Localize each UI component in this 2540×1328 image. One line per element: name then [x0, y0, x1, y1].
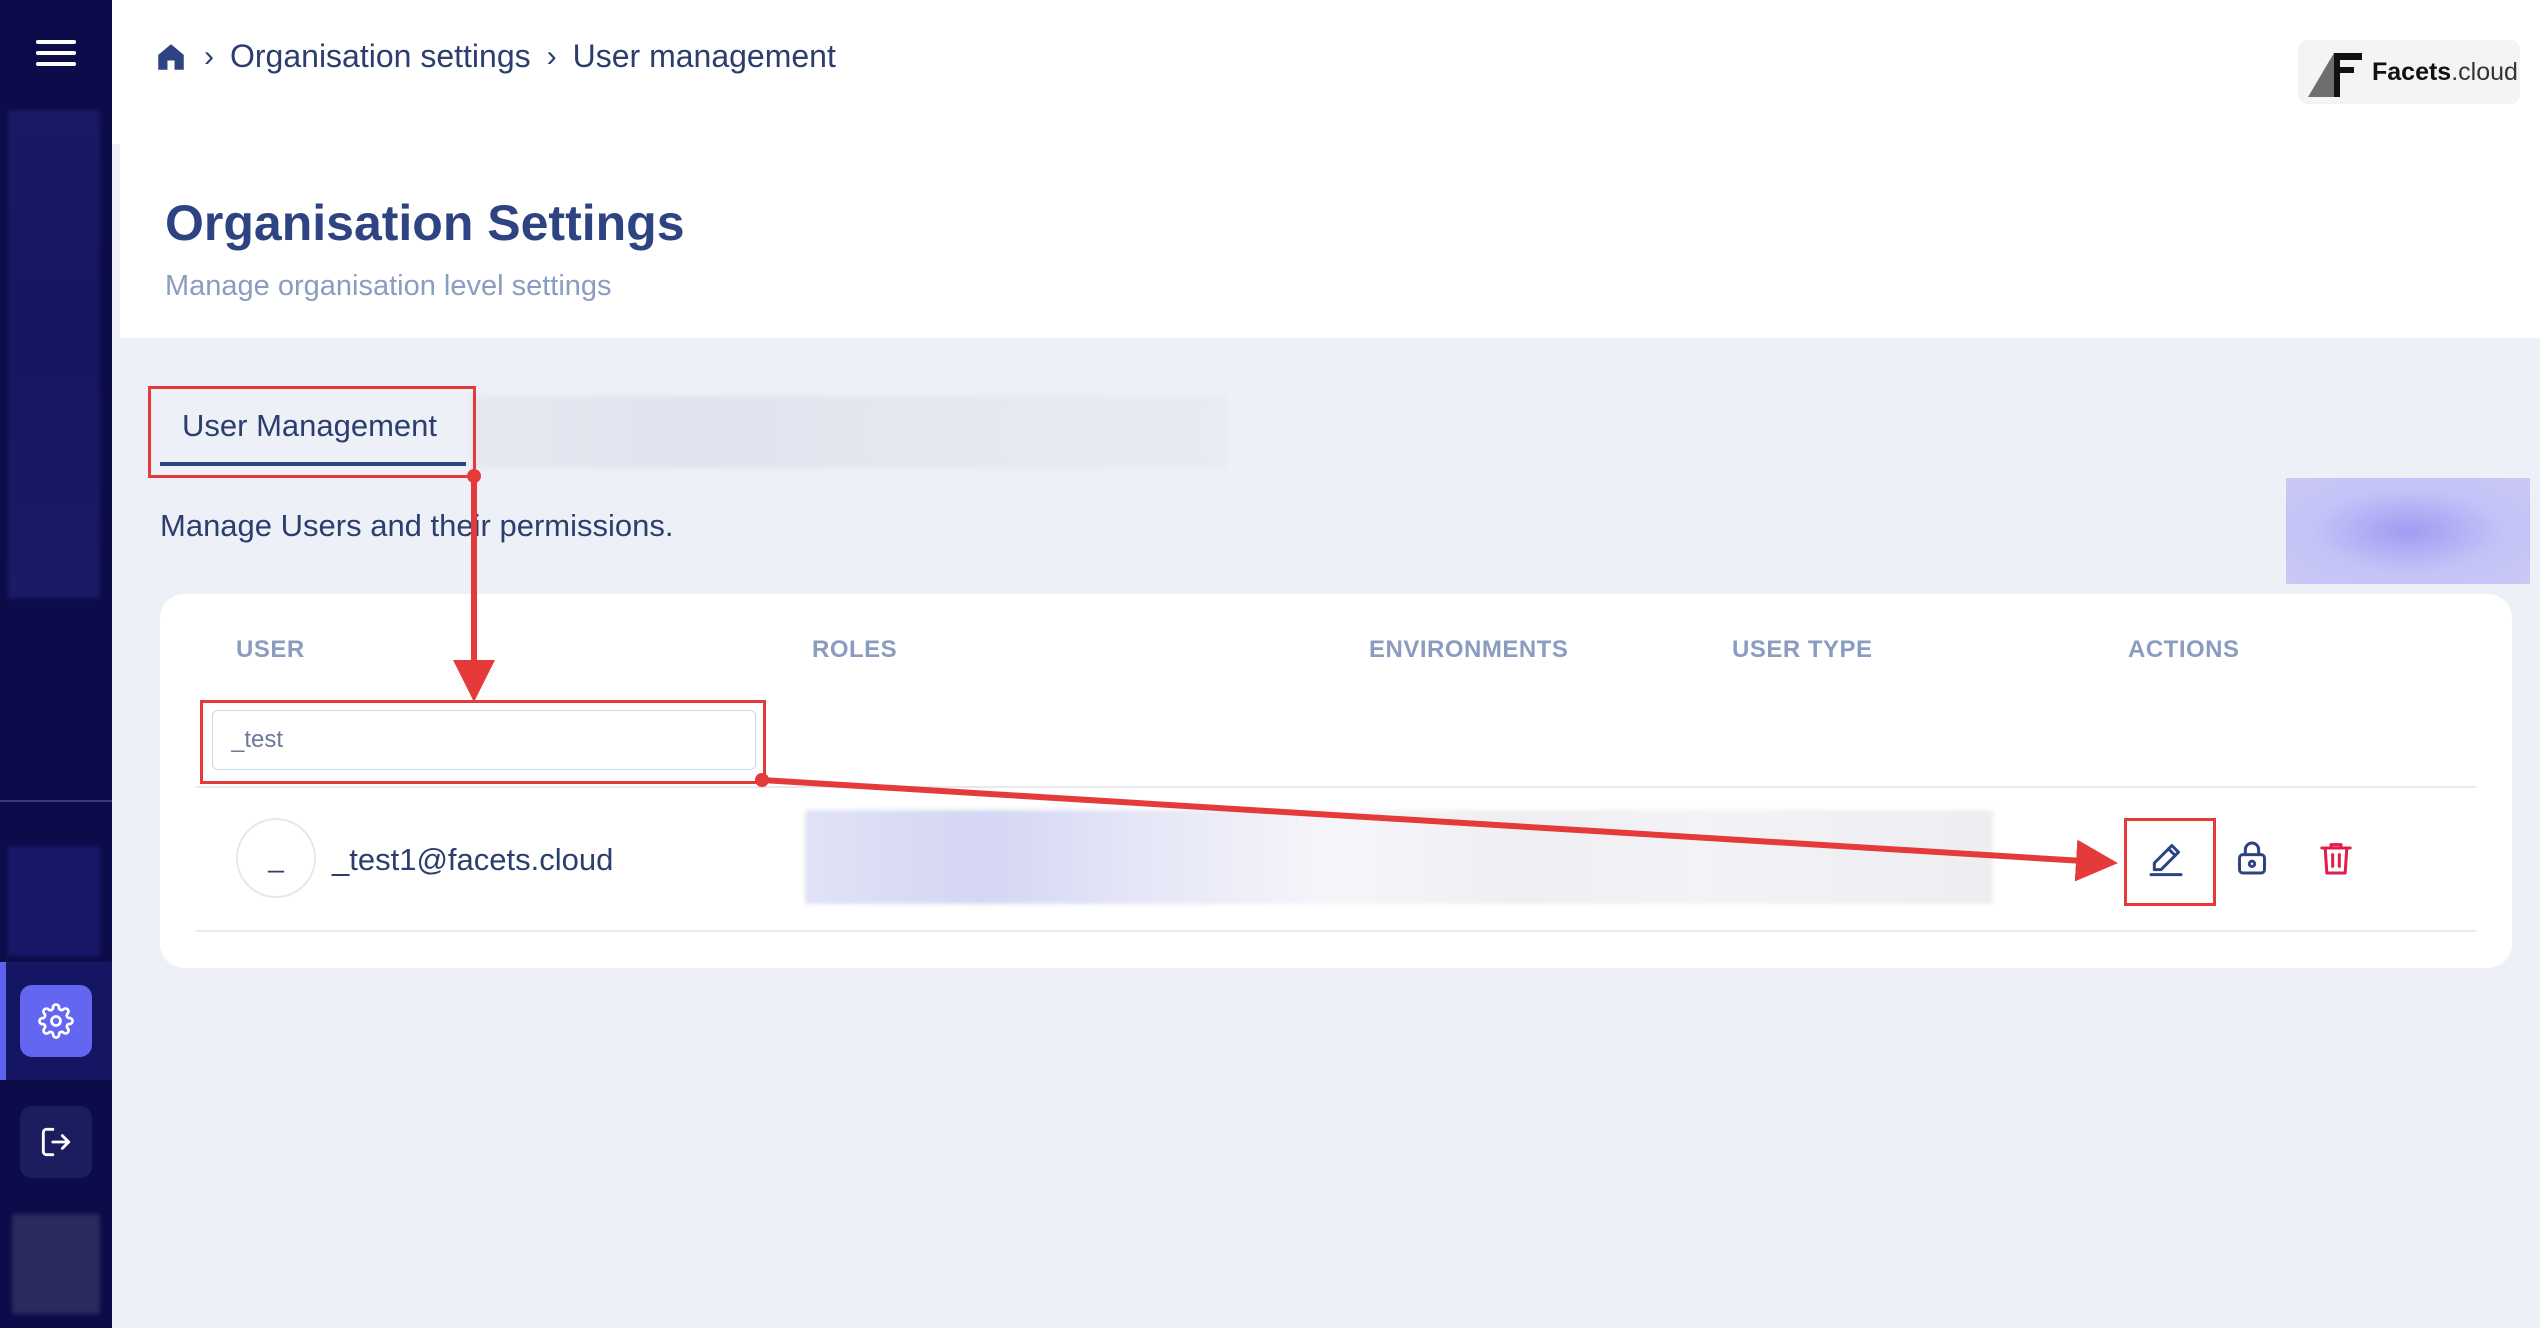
brand-name: Facets.cloud	[2372, 57, 2518, 86]
column-header-roles: ROLES	[812, 636, 898, 663]
home-icon[interactable]	[154, 40, 188, 74]
logout-icon	[41, 1127, 71, 1157]
tab-user-management[interactable]: User Management	[160, 386, 466, 466]
breadcrumb-separator: ›	[204, 39, 214, 73]
edit-user-button[interactable]	[2138, 830, 2194, 886]
page-header: Organisation Settings Manage organisatio…	[120, 144, 2540, 338]
tabs-blurred	[470, 396, 1226, 468]
hamburger-icon[interactable]	[36, 40, 76, 72]
sidebar-item-logout[interactable]	[20, 1106, 92, 1178]
column-header-actions: ACTIONS	[2128, 636, 2240, 663]
add-user-button-blurred[interactable]	[2286, 478, 2530, 584]
row-details-blurred	[805, 810, 1993, 904]
brand-logo: Facets.cloud	[2298, 40, 2520, 104]
pencil-icon	[2149, 844, 2183, 877]
users-table: USER ROLES ENVIRONMENTS USER TYPE ACTION…	[160, 594, 2512, 968]
sidebar-profile-blurred	[12, 1214, 100, 1314]
sidebar-nav-blurred	[8, 110, 100, 598]
facets-logo-icon	[2308, 53, 2362, 97]
sidebar	[0, 0, 112, 1328]
trash-icon	[2320, 843, 2352, 875]
sidebar-divider	[0, 800, 112, 802]
page-subtitle: Manage organisation level settings	[165, 270, 612, 302]
row-divider	[196, 786, 2476, 788]
arrow-origin-dot	[467, 469, 481, 483]
top-bar: › Organisation settings › User managemen…	[112, 0, 2540, 144]
lock-user-button[interactable]	[2224, 830, 2280, 886]
breadcrumb-separator: ›	[546, 39, 557, 73]
row-divider	[196, 930, 2476, 932]
avatar: _	[236, 818, 316, 898]
sidebar-item-settings[interactable]	[20, 985, 92, 1057]
lock-icon	[2238, 841, 2266, 875]
section-description: Manage Users and their permissions.	[160, 508, 674, 543]
delete-user-button[interactable]	[2308, 830, 2364, 886]
column-header-user: USER	[236, 636, 305, 663]
column-header-user-type: USER TYPE	[1732, 636, 1873, 663]
breadcrumb-user-management: User management	[572, 38, 836, 74]
sidebar-item-blurred	[8, 846, 100, 956]
user-email: _test1@facets.cloud	[332, 842, 614, 877]
breadcrumb-organisation-settings[interactable]: Organisation settings	[230, 38, 531, 75]
breadcrumb: › Organisation settings › User managemen…	[154, 38, 836, 75]
gear-icon	[38, 1003, 74, 1039]
column-header-environments: ENVIRONMENTS	[1369, 636, 1569, 663]
page-title: Organisation Settings	[165, 195, 685, 251]
user-filter-input[interactable]	[212, 710, 756, 770]
